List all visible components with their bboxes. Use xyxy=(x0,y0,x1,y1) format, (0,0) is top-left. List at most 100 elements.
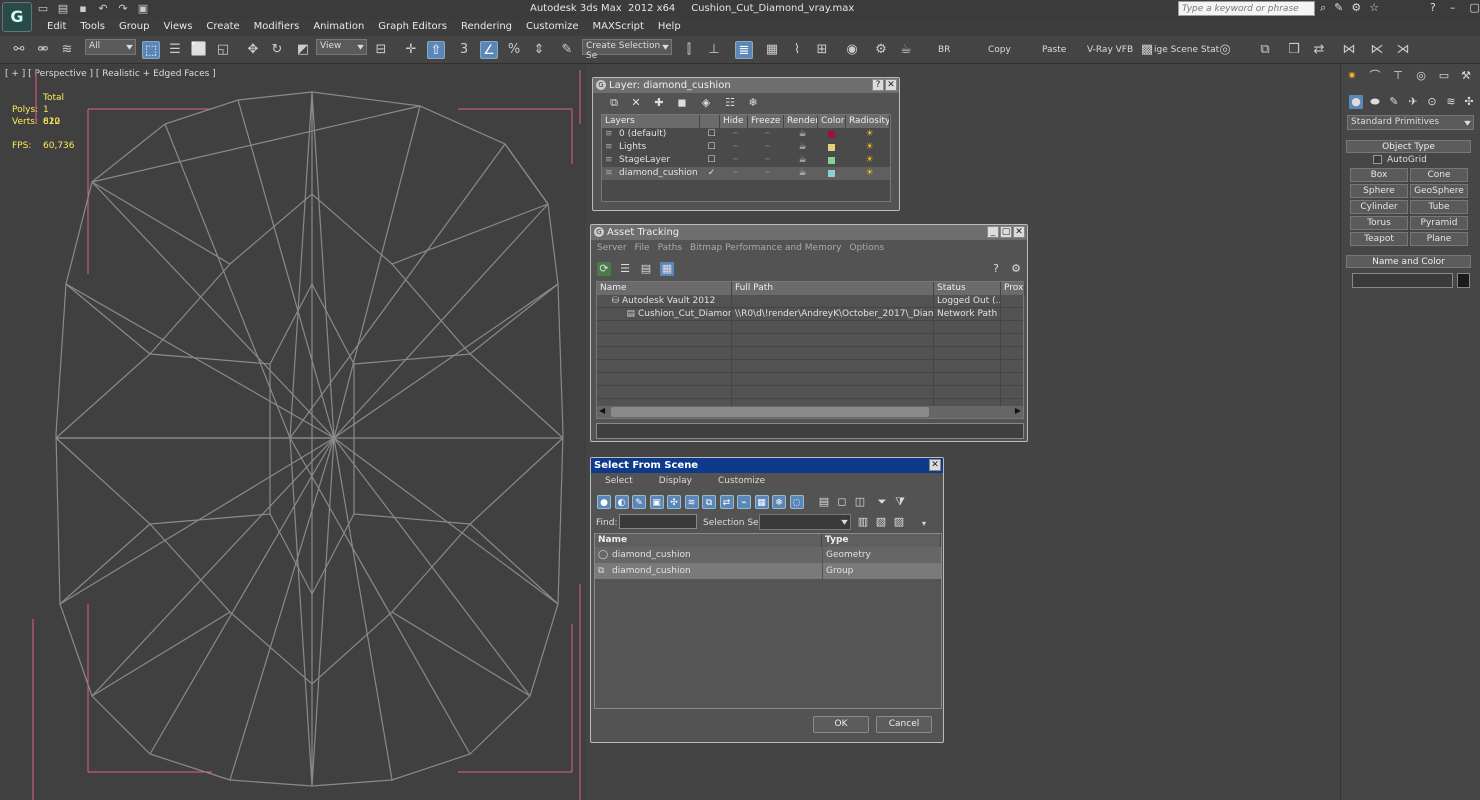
create-teapot-button[interactable]: Teapot xyxy=(1350,232,1408,246)
filter-helpers-icon[interactable]: ✣ xyxy=(667,495,681,509)
thumbnail-view-icon[interactable]: ▤ xyxy=(639,262,653,276)
move-icon[interactable]: ✥ xyxy=(244,41,262,59)
layer-name[interactable]: StageLayer xyxy=(616,154,700,167)
region-select-icon[interactable]: ⬜ xyxy=(190,41,208,59)
asset-menu-server[interactable]: Server xyxy=(597,243,627,253)
layer-color-swatch[interactable] xyxy=(818,167,846,180)
percent-snap-icon[interactable]: % xyxy=(505,41,523,59)
render-toggle-icon[interactable]: ☕ xyxy=(784,167,818,180)
scrollbar-thumb[interactable] xyxy=(611,407,929,417)
more-options-icon[interactable]: ▾ xyxy=(917,517,931,531)
minimize-icon[interactable]: – xyxy=(1450,1,1456,14)
select-manipulate-icon[interactable]: ✛ xyxy=(402,41,420,59)
render-camera-icon[interactable]: ◎ xyxy=(1216,41,1234,59)
modify-tab-icon[interactable]: ⌒ xyxy=(1368,69,1382,83)
filter-options-icon[interactable]: ⧩ xyxy=(893,495,907,509)
menu-views[interactable]: Views xyxy=(156,21,199,32)
app-logo[interactable]: G xyxy=(2,2,32,32)
copy-button[interactable]: Copy xyxy=(988,45,1011,55)
autogrid-checkbox[interactable] xyxy=(1373,155,1382,164)
menu-customize[interactable]: Customize xyxy=(519,21,586,32)
close-icon[interactable]: ✕ xyxy=(885,79,897,91)
hide-toggle-icon[interactable]: ┄ xyxy=(720,167,748,180)
select-menu-display[interactable]: Display xyxy=(659,476,692,486)
asset-menu-paths[interactable]: Paths xyxy=(658,243,682,253)
window-crossing-icon[interactable]: ◱ xyxy=(214,41,232,59)
refresh-icon[interactable]: ⟳ xyxy=(597,262,611,276)
scene-states-button[interactable]: ige Scene Stat xyxy=(1154,45,1219,55)
reference-coord-dropdown[interactable]: View xyxy=(316,39,367,55)
asset-horizontal-scrollbar[interactable]: ◀ ▶ xyxy=(597,406,1023,418)
menu-help[interactable]: Help xyxy=(651,21,688,32)
remove-from-selection-set-icon[interactable]: ▨ xyxy=(892,515,906,529)
asset-tracking-title-bar[interactable]: G Asset Tracking _ ▢ ✕ xyxy=(591,225,1027,240)
render-toggle-icon[interactable]: ☕ xyxy=(784,154,818,167)
layer-row[interactable]: ≡ diamond_cushion ✓ ┄ ┄ ☕ ☀ xyxy=(602,167,890,180)
selection-set-dropdown[interactable] xyxy=(759,514,851,530)
menu-modifiers[interactable]: Modifiers xyxy=(247,21,307,32)
current-layer-toggle[interactable]: ✓ xyxy=(700,167,720,180)
select-object-icon[interactable]: ⬚ xyxy=(142,41,160,59)
menu-edit[interactable]: Edit xyxy=(40,21,73,32)
binoculars-icon[interactable]: ⌕ xyxy=(1320,1,1326,15)
named-selection-dropdown[interactable]: Create Selection Se xyxy=(582,39,672,61)
help-icon[interactable]: ? xyxy=(989,262,1003,276)
scene-object-row[interactable]: ⧉ diamond_cushion Group xyxy=(595,563,941,579)
open-file-icon[interactable]: ▤ xyxy=(56,2,70,16)
snap-align-2-icon[interactable]: ⋉ xyxy=(1368,41,1386,59)
rotate-icon[interactable]: ↻ xyxy=(268,41,286,59)
filter-frozen-icon[interactable]: ❄ xyxy=(772,495,786,509)
asset-menu-options[interactable]: Options xyxy=(849,243,884,253)
freeze-toggle-icon[interactable]: ┄ xyxy=(748,141,784,154)
new-file-icon[interactable]: ▭ xyxy=(36,2,50,16)
create-box-button[interactable]: Box xyxy=(1350,168,1408,182)
select-in-layer-icon[interactable]: ◼ xyxy=(675,96,689,110)
paste-button[interactable]: Paste xyxy=(1042,45,1066,55)
create-tube-button[interactable]: Tube xyxy=(1410,200,1468,214)
freeze-toggle-icon[interactable]: ┄ xyxy=(748,154,784,167)
current-layer-toggle[interactable]: ☐ xyxy=(700,141,720,154)
pivot-center-icon[interactable]: ⊟ xyxy=(372,41,390,59)
favorites-star-icon[interactable]: ☆ xyxy=(1369,1,1379,15)
hide-all-icon[interactable]: ☷ xyxy=(723,96,737,110)
layer-manager-icon[interactable]: ≣ xyxy=(735,41,753,59)
close-icon[interactable]: ✕ xyxy=(1013,226,1025,238)
link-icon[interactable]: ⚯ xyxy=(10,41,28,59)
container-icon[interactable]: ❒ xyxy=(1285,41,1303,59)
layer-row[interactable]: ≡ StageLayer ☐ ┄ ┄ ☕ ☀ xyxy=(602,154,890,167)
layer-color-swatch[interactable] xyxy=(818,154,846,167)
edit-named-selection-icon[interactable]: ✎ xyxy=(558,41,576,59)
create-cone-button[interactable]: Cone xyxy=(1410,168,1468,182)
geometry-icon[interactable]: ● xyxy=(1349,95,1363,109)
menu-rendering[interactable]: Rendering xyxy=(454,21,519,32)
name-and-color-rollout[interactable]: Name and Color xyxy=(1346,255,1471,268)
render-toggle-icon[interactable]: ☕ xyxy=(784,128,818,141)
material-editor-icon[interactable]: ◉ xyxy=(843,41,861,59)
display-tab-icon[interactable]: ▭ xyxy=(1437,69,1451,83)
filter-space-warps-icon[interactable]: ≋ xyxy=(684,495,699,509)
menu-graph-editors[interactable]: Graph Editors xyxy=(371,21,454,32)
create-torus-button[interactable]: Torus xyxy=(1350,216,1408,230)
radiosity-toggle-icon[interactable]: ☀ xyxy=(846,141,890,154)
filter-icon[interactable]: ⏷ xyxy=(875,495,889,509)
menu-animation[interactable]: Animation xyxy=(306,21,371,32)
hide-toggle-icon[interactable]: ┄ xyxy=(720,128,748,141)
render-setup-icon[interactable]: ⚙ xyxy=(872,41,890,59)
project-folder-icon[interactable]: ▣ xyxy=(136,2,150,16)
layer-color-swatch[interactable] xyxy=(818,141,846,154)
asset-menu-file[interactable]: File xyxy=(635,243,650,253)
object-type-rollout[interactable]: Object Type xyxy=(1346,140,1471,153)
freeze-toggle-icon[interactable]: ┄ xyxy=(748,128,784,141)
display-all-icon[interactable]: ▤ xyxy=(817,495,831,509)
systems-icon[interactable]: ✣ xyxy=(1462,95,1476,109)
filter-containers-icon[interactable]: ▦ xyxy=(754,495,769,509)
maximize-icon[interactable]: ▢ xyxy=(1000,226,1012,238)
current-layer-toggle[interactable]: ☐ xyxy=(700,128,720,141)
hide-toggle-icon[interactable]: ┄ xyxy=(720,141,748,154)
curve-editor-icon[interactable]: ⌇ xyxy=(788,41,806,59)
keyboard-shortcut-override-icon[interactable]: ⇧ xyxy=(427,41,445,59)
infocenter-icon[interactable]: ✎ xyxy=(1334,1,1343,15)
help-icon[interactable]: ? xyxy=(872,79,884,91)
layer-dialog-title-bar[interactable]: G Layer: diamond_cushion ? ✕ xyxy=(593,78,899,93)
vray-vfb-button[interactable]: V-Ray VFB xyxy=(1087,45,1133,55)
